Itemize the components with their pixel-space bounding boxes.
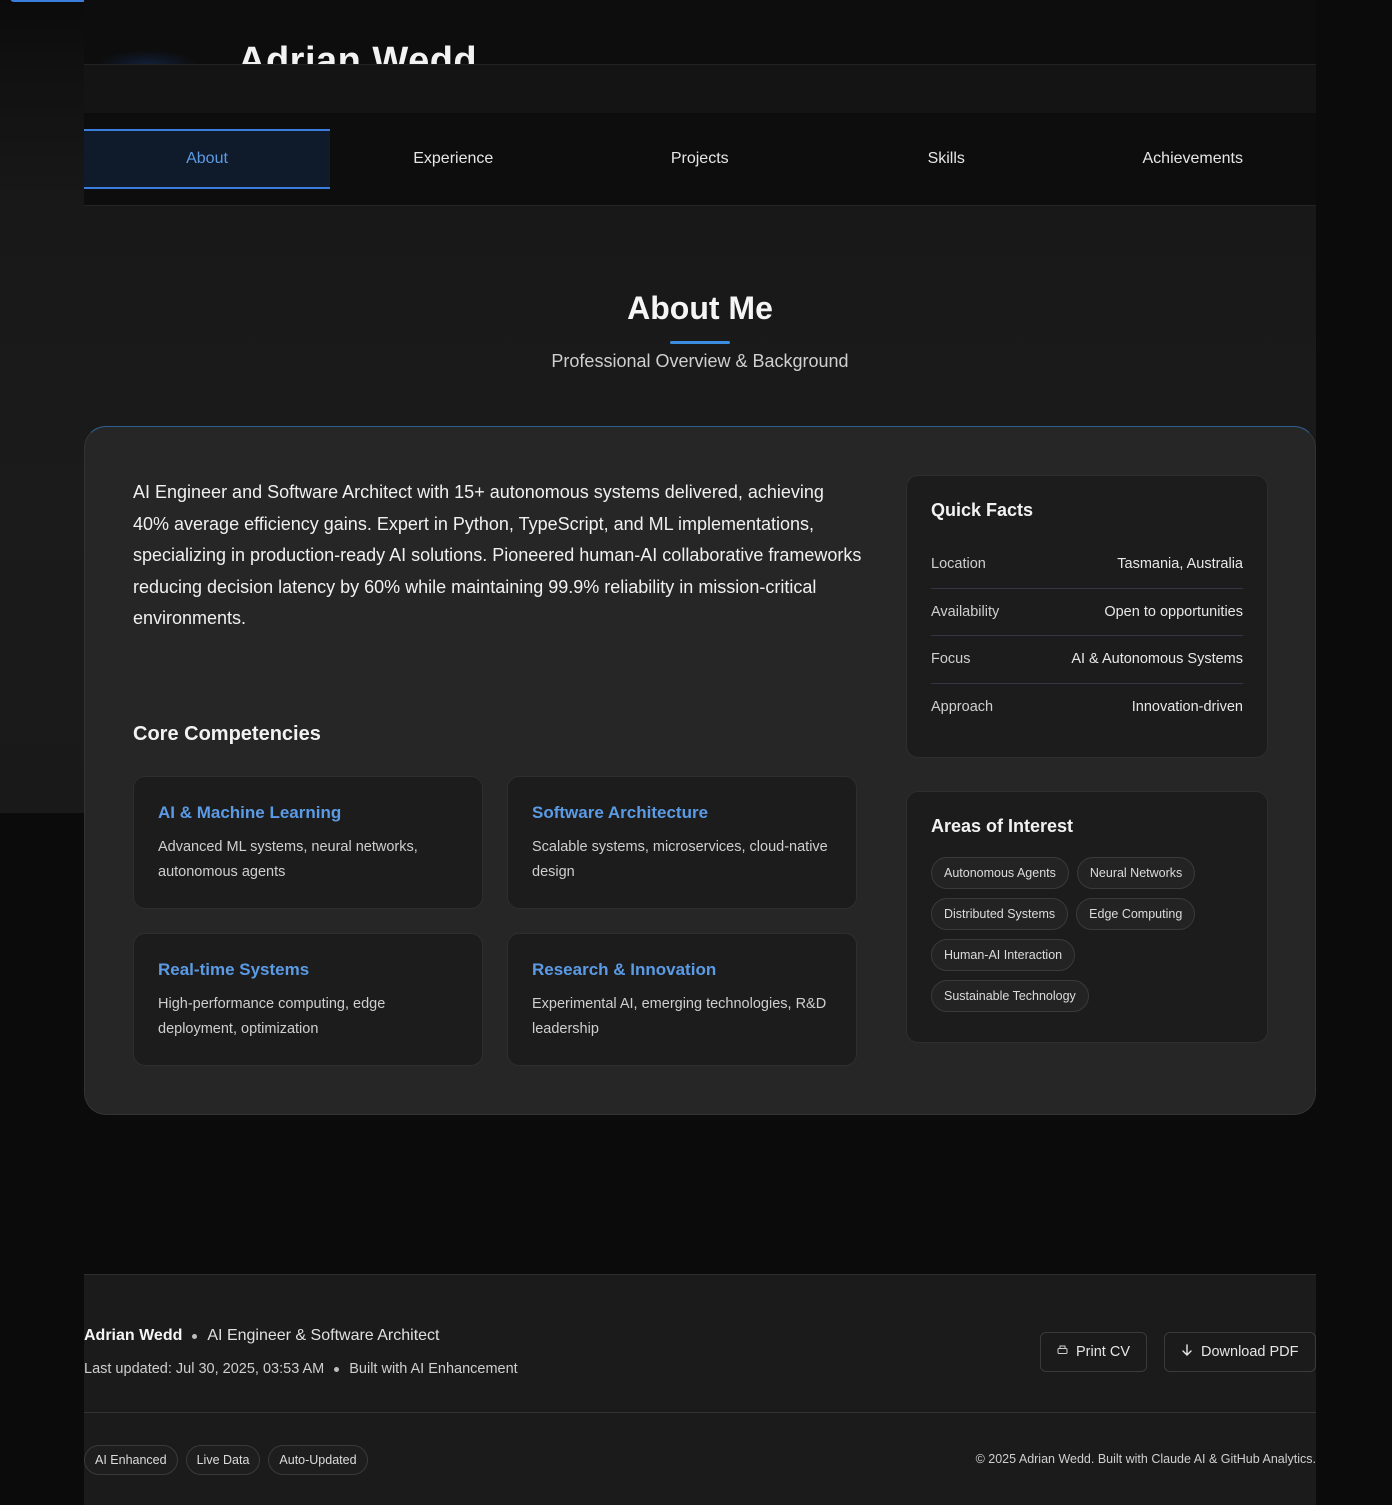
interest-tag: Distributed Systems — [931, 898, 1069, 930]
header-name: Adrian Wedd — [238, 40, 478, 65]
footer-name: Adrian Wedd — [84, 1327, 183, 1344]
competency-desc: High-performance computing, edge deploym… — [158, 996, 386, 1037]
interest-tag: Neural Networks — [1076, 857, 1196, 889]
footer-role: AI Engineer & Software Architect — [207, 1327, 440, 1344]
quick-facts-list: Location Tasmania, Australia Availabilit… — [931, 541, 1243, 731]
download-pdf-button[interactable]: Download PDF — [1164, 1332, 1316, 1372]
interest-tags: Autonomous Agents Neural Networks Distri… — [931, 857, 1231, 1012]
tab-skills[interactable]: Skills — [823, 113, 1070, 205]
separator-dot — [334, 1366, 340, 1372]
fact-key: Focus — [931, 651, 971, 668]
header-spacer — [84, 65, 1316, 113]
site-footer: Adrian Wedd AI Engineer & Software Archi… — [84, 1274, 1316, 1505]
avatar — [98, 50, 198, 64]
section-header: About Me Professional Overview & Backgro… — [0, 290, 1392, 372]
status-badge: Auto-Updated — [268, 1445, 368, 1475]
competency-card-ai: AI & Machine Learning Advanced ML system… — [133, 776, 483, 909]
tab-projects[interactable]: Projects — [577, 113, 824, 205]
page-subtitle: Professional Overview & Background — [551, 351, 849, 371]
competency-card-realtime: Real-time Systems High-performance compu… — [133, 933, 483, 1066]
fact-value: Innovation-driven — [1131, 699, 1243, 716]
interests-title: Areas of Interest — [931, 816, 1074, 836]
interest-tag: Sustainable Technology — [931, 980, 1089, 1012]
competency-desc: Advanced ML systems, neural networks, au… — [158, 839, 418, 880]
fact-value: Tasmania, Australia — [1117, 556, 1243, 573]
download-icon — [1181, 1343, 1193, 1361]
competency-title: Real-time Systems — [158, 960, 310, 979]
about-card: AI Engineer and Software Architect with … — [84, 426, 1316, 1115]
competency-card-architecture: Software Architecture Scalable systems, … — [507, 776, 857, 909]
status-badge: AI Enhanced — [84, 1445, 178, 1475]
fact-row: Approach Innovation-driven — [931, 684, 1243, 732]
fact-row: Focus AI & Autonomous Systems — [931, 636, 1243, 684]
print-cv-label: Print CV — [1076, 1344, 1130, 1360]
fact-value: Open to opportunities — [1104, 603, 1243, 620]
fact-key: Approach — [931, 699, 994, 716]
interest-tag: Autonomous Agents — [931, 857, 1069, 889]
competency-title: Software Architecture — [532, 803, 709, 822]
copyright-text: © 2025 Adrian Wedd. Built with Claude AI… — [975, 1452, 1316, 1466]
quick-facts-title: Quick Facts — [931, 500, 1034, 520]
print-cv-button[interactable]: Print CV — [1040, 1332, 1147, 1372]
separator-dot — [192, 1333, 198, 1339]
tab-achievements[interactable]: Achievements — [1070, 113, 1317, 205]
fact-key: Availability — [931, 603, 1000, 620]
status-badge: Live Data — [185, 1445, 261, 1475]
interests-card: Areas of Interest Autonomous Agents Neur… — [906, 791, 1268, 1043]
competency-desc: Experimental AI, emerging technologies, … — [532, 996, 827, 1037]
interest-tag: Edge Computing — [1076, 898, 1196, 930]
download-pdf-label: Download PDF — [1201, 1344, 1299, 1360]
printer-icon — [1057, 1344, 1068, 1360]
competency-title: AI & Machine Learning — [158, 803, 342, 822]
tab-about[interactable]: About — [84, 129, 330, 189]
competency-title: Research & Innovation — [532, 960, 717, 979]
footer-meta: Last updated: Jul 30, 2025, 03:53 AM Bui… — [84, 1361, 518, 1377]
built-with: Built with AI Enhancement — [349, 1361, 518, 1377]
interest-tag: Human-AI Interaction — [931, 939, 1076, 971]
tab-bar: About Experience Projects Skills Achieve… — [84, 113, 1316, 206]
competencies-title: Core Competencies — [133, 723, 321, 745]
competency-desc: Scalable systems, microservices, cloud-n… — [532, 839, 828, 880]
tab-experience[interactable]: Experience — [330, 113, 577, 205]
title-underline — [670, 341, 730, 344]
page-title: About Me — [627, 290, 773, 326]
quick-facts-card: Quick Facts Location Tasmania, Australia… — [906, 475, 1268, 758]
fact-row: Availability Open to opportunities — [931, 589, 1243, 636]
bio-text: AI Engineer and Software Architect with … — [133, 482, 862, 628]
last-updated: Last updated: Jul 30, 2025, 03:53 AM — [84, 1361, 325, 1377]
site-header: Adrian Wedd — [84, 0, 1316, 65]
footer-divider — [84, 1412, 1316, 1413]
fact-key: Location — [931, 556, 986, 573]
competency-card-research: Research & Innovation Experimental AI, e… — [507, 933, 857, 1066]
footer-identity: Adrian Wedd AI Engineer & Software Archi… — [84, 1327, 440, 1345]
footer-badges: AI Enhanced Live Data Auto-Updated — [84, 1445, 368, 1475]
fact-row: Location Tasmania, Australia — [931, 541, 1243, 589]
fact-value: AI & Autonomous Systems — [1071, 651, 1243, 668]
